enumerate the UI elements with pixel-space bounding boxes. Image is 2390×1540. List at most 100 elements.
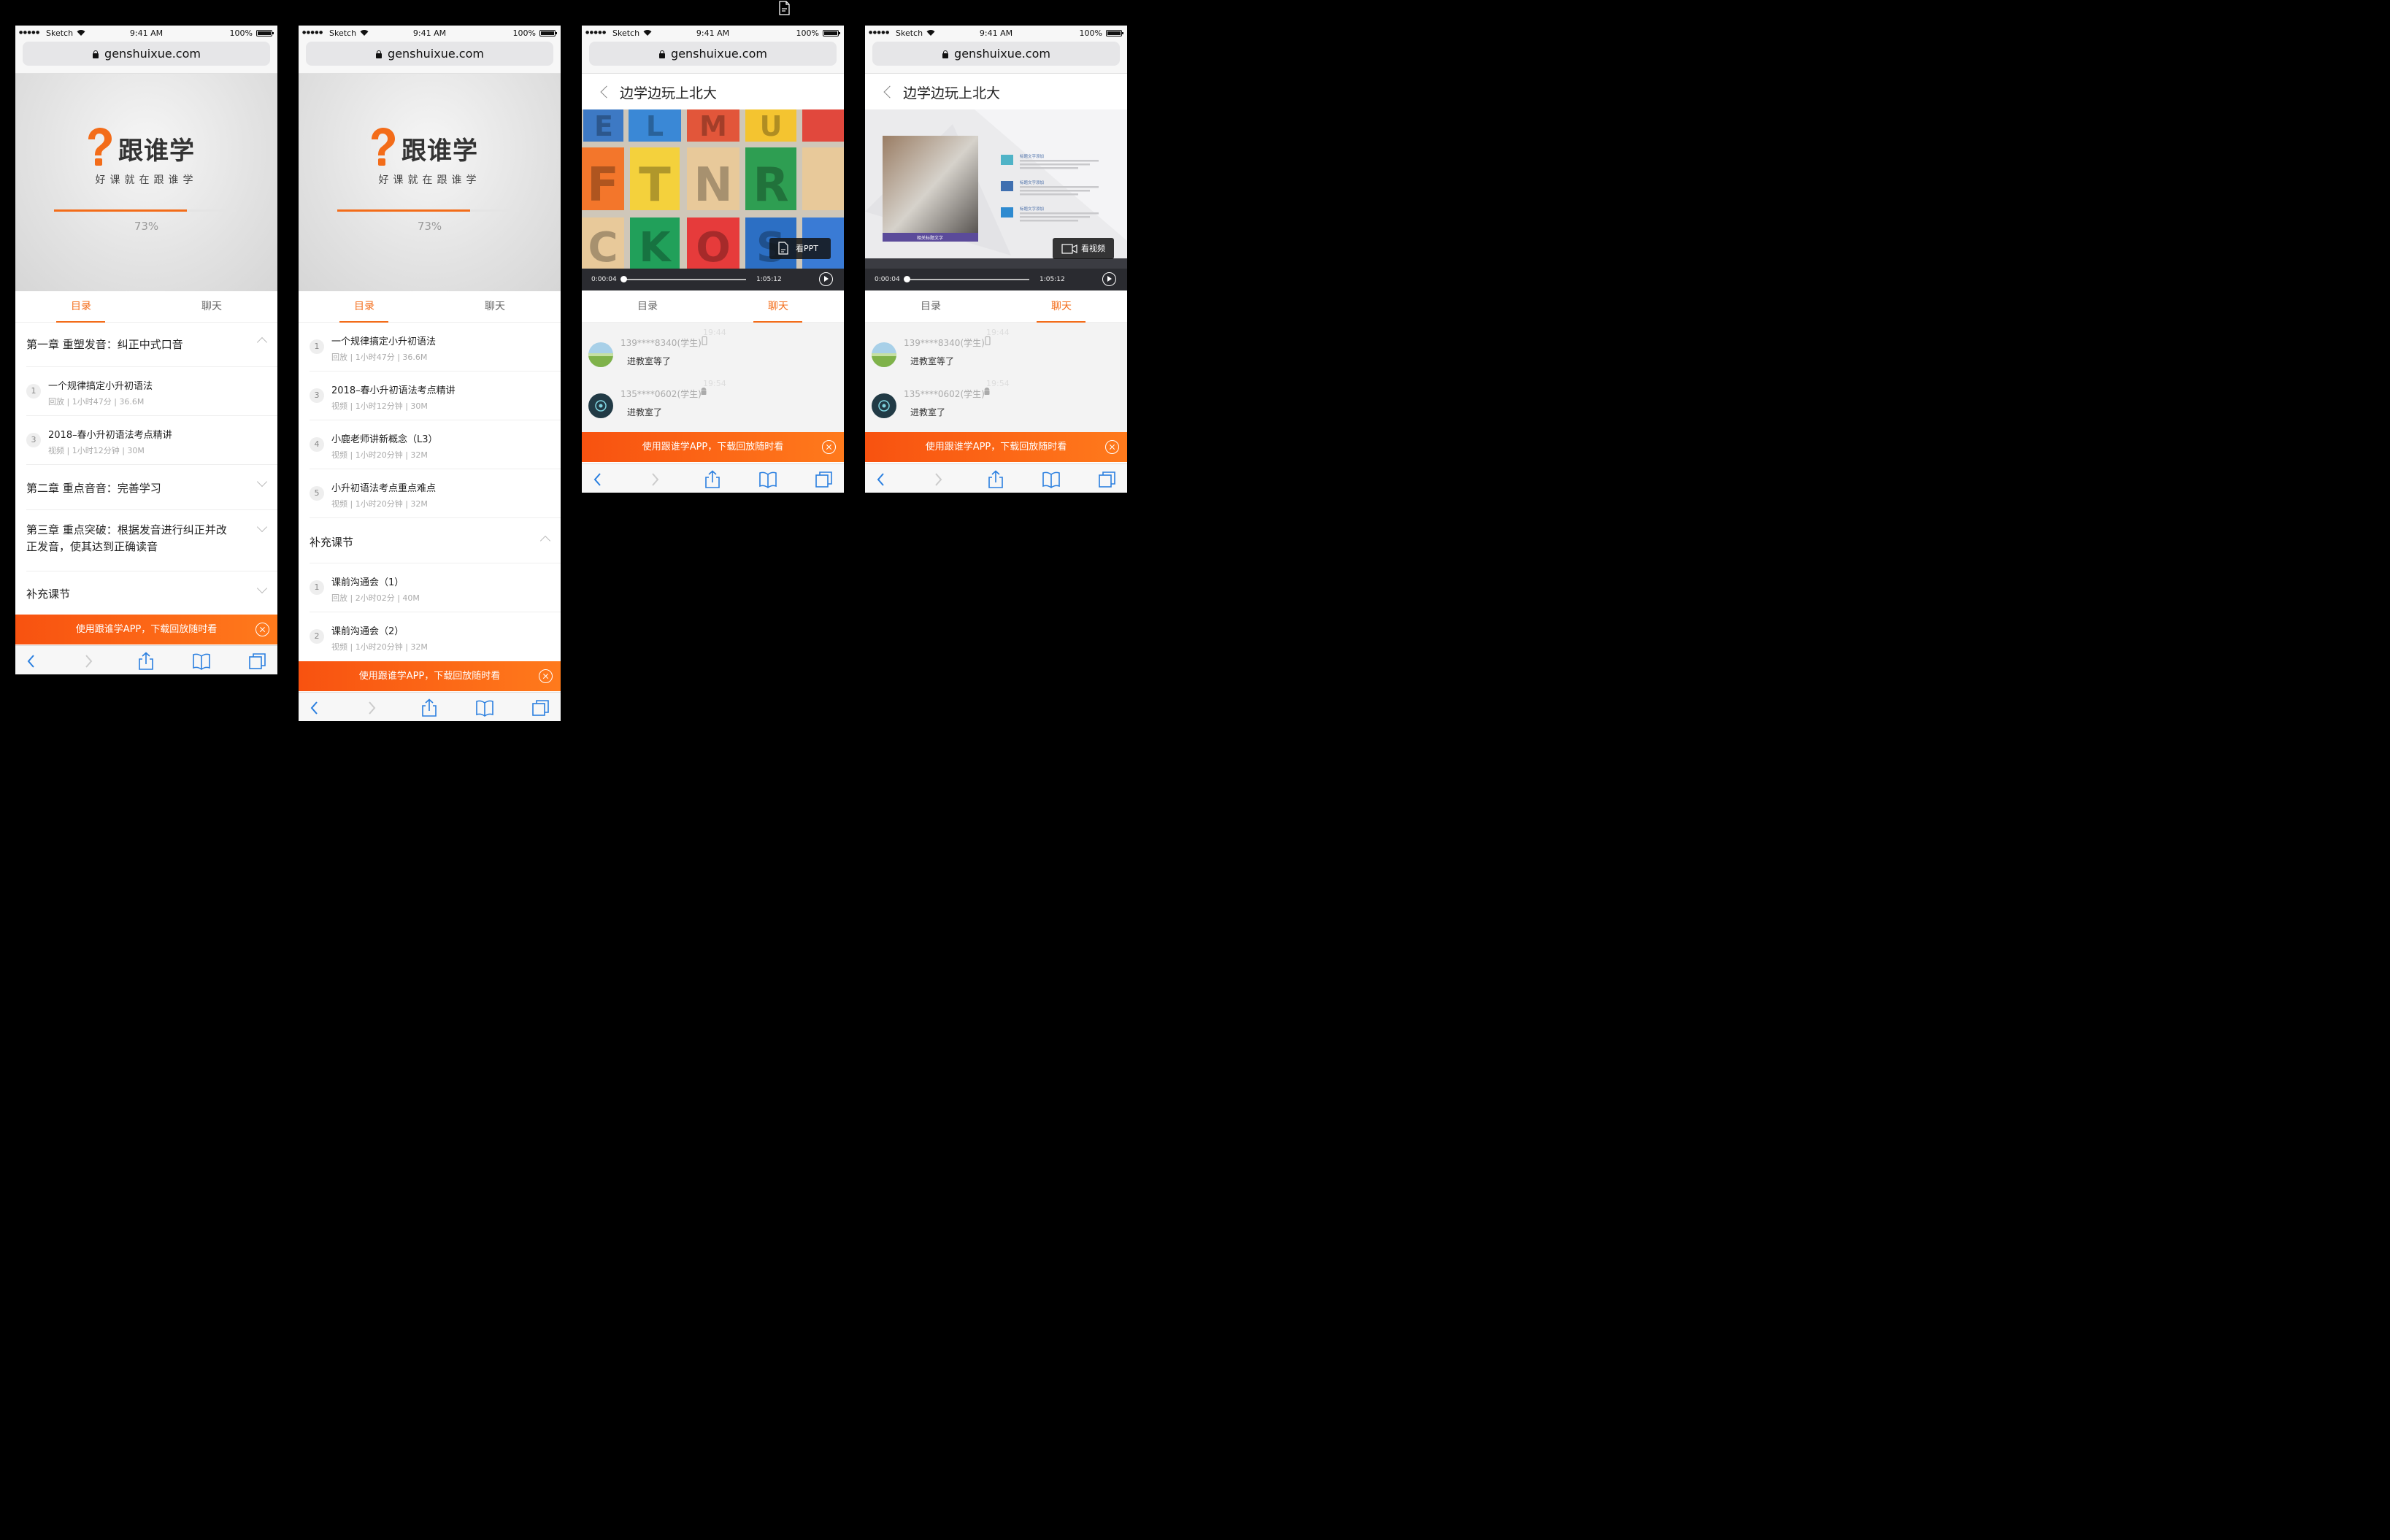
- tabs-icon[interactable]: [1098, 470, 1117, 489]
- back-icon[interactable]: [588, 470, 607, 489]
- brand-logo: 跟谁学: [84, 128, 208, 167]
- question-mark-logo-icon: [88, 128, 112, 166]
- letter-tile: E: [594, 110, 613, 142]
- browser-toolbar: [299, 692, 561, 721]
- close-icon[interactable]: [822, 440, 836, 454]
- close-icon[interactable]: [539, 669, 553, 683]
- app-download-banner[interactable]: 使用跟谁学APP，下载回放随时看: [15, 615, 277, 644]
- chapter-header[interactable]: 第一章 重塑发音：纠正中式口音: [26, 323, 277, 367]
- brand-name: 跟谁学: [401, 136, 478, 166]
- lesson-item[interactable]: 2 课前沟通会（2） 视频 | 1小时20分钟 | 32M: [310, 612, 561, 661]
- phone-screen-catalog-collapsed: ●●●●● Sketch 9:41 AM 100% genshuixue.com…: [15, 26, 277, 674]
- view-video-button[interactable]: 看视频: [1053, 238, 1114, 259]
- lesson-number: 5: [310, 486, 324, 501]
- android-icon: [701, 388, 707, 395]
- tabs-icon[interactable]: [531, 698, 550, 717]
- seek-track[interactable]: [906, 279, 1029, 280]
- lesson-item[interactable]: 4 小鹿老师讲新概念（L3） 视频 | 1小时20分钟 | 32M: [310, 420, 561, 469]
- browser-address-bar: genshuixue.com: [582, 40, 844, 74]
- loading-progress-label: 73%: [134, 220, 159, 233]
- share-icon[interactable]: [420, 698, 439, 717]
- url-field[interactable]: genshuixue.com: [23, 42, 270, 66]
- video-frame-letters-image: E L M U F T N R C K O S: [582, 109, 844, 290]
- view-ppt-button[interactable]: 看PPT: [769, 238, 831, 259]
- lesson-title: 一个规律搞定小升初语法: [48, 381, 153, 392]
- loading-progress-fill: [54, 209, 187, 212]
- tab-catalog[interactable]: 目录: [865, 291, 996, 323]
- message-user: 135****0602(学生): [904, 389, 985, 399]
- slogan: 好课就在跟谁学: [378, 174, 481, 186]
- share-icon[interactable]: [137, 652, 155, 671]
- lesson-meta: 回放 | 1小时47分 | 36.6M: [48, 397, 145, 407]
- avatar: [872, 342, 896, 367]
- tab-chat[interactable]: 聊天: [996, 291, 1127, 323]
- tabs-icon[interactable]: [815, 470, 834, 489]
- forward-icon[interactable]: [645, 470, 664, 489]
- lesson-item[interactable]: 3 2018–春小升初语法考点精讲 视频 | 1小时12分钟 | 30M: [26, 416, 277, 465]
- chapter-header[interactable]: 第二章 重点音音：完善学习: [26, 465, 277, 510]
- close-icon[interactable]: [1105, 440, 1119, 454]
- supplement-header[interactable]: 补充课节: [310, 518, 561, 563]
- back-icon[interactable]: [872, 470, 891, 489]
- tab-catalog[interactable]: 目录: [15, 291, 147, 323]
- forward-icon[interactable]: [79, 652, 98, 671]
- back-chevron-icon[interactable]: [600, 85, 613, 99]
- supplement-header[interactable]: 补充课节: [26, 571, 277, 615]
- share-icon[interactable]: [986, 470, 1005, 489]
- bookmarks-icon[interactable]: [1042, 470, 1061, 489]
- app-download-banner[interactable]: 使用跟谁学APP，下载回放随时看: [865, 432, 1127, 462]
- seek-handle[interactable]: [620, 276, 627, 282]
- tab-chat[interactable]: 聊天: [429, 291, 561, 323]
- forward-icon[interactable]: [929, 470, 948, 489]
- chevron-up-icon: [539, 535, 551, 547]
- lesson-title: 小鹿老师讲新概念（L3）: [331, 434, 438, 445]
- play-icon[interactable]: [1102, 272, 1116, 286]
- tab-catalog[interactable]: 目录: [299, 291, 430, 323]
- tab-bar: 目录 聊天: [299, 291, 561, 323]
- chapter-title: 第二章 重点音音：完善学习: [26, 482, 161, 495]
- app-download-banner[interactable]: 使用跟谁学APP，下载回放随时看: [299, 661, 561, 691]
- letter-tile: M: [699, 110, 727, 142]
- lesson-item[interactable]: 1 一个规律搞定小升初语法 回放 | 1小时47分 | 36.6M: [26, 367, 277, 416]
- supplement-title: 补充课节: [310, 536, 354, 549]
- tabs-icon[interactable]: [248, 652, 267, 671]
- tab-chat[interactable]: 聊天: [712, 291, 844, 323]
- lesson-item[interactable]: 1 课前沟通会（1） 回放 | 2小时02分 | 40M: [310, 563, 561, 612]
- letter-tile: N: [693, 158, 733, 212]
- lesson-meta: 回放 | 2小时02分 | 40M: [331, 593, 420, 603]
- lesson-title: 课前沟通会（2）: [331, 626, 404, 637]
- ppt-player[interactable]: 相关标题文字 标题文字添加 标题文字添加 标题文字添加 看视频 0:00:04 …: [865, 109, 1127, 290]
- duration: 1:05:12: [756, 276, 782, 283]
- lesson-title: 2018–春小升初语法考点精讲: [331, 385, 456, 396]
- lesson-title: 一个规律搞定小升初语法: [331, 336, 437, 347]
- seek-track[interactable]: [623, 279, 746, 280]
- camera-icon: [1061, 244, 1077, 254]
- tab-catalog[interactable]: 目录: [582, 291, 713, 323]
- app-download-banner[interactable]: 使用跟谁学APP，下载回放随时看: [582, 432, 844, 462]
- forward-icon[interactable]: [362, 698, 381, 717]
- url-field[interactable]: genshuixue.com: [306, 42, 553, 66]
- back-icon[interactable]: [305, 698, 324, 717]
- bookmarks-icon[interactable]: [192, 652, 211, 671]
- share-icon[interactable]: [703, 470, 722, 489]
- url-field[interactable]: genshuixue.com: [872, 42, 1120, 66]
- play-icon[interactable]: [819, 272, 833, 286]
- lesson-item[interactable]: 1 一个规律搞定小升初语法 回放 | 1小时47分 | 36.6M: [310, 323, 561, 371]
- course-catalog: 1 一个规律搞定小升初语法 回放 | 1小时47分 | 36.6M 3 2018…: [299, 323, 561, 661]
- bookmarks-icon[interactable]: [758, 470, 777, 489]
- back-chevron-icon[interactable]: [883, 85, 896, 99]
- tab-chat[interactable]: 聊天: [146, 291, 277, 323]
- back-icon[interactable]: [22, 652, 41, 671]
- phone-icon: [985, 336, 991, 345]
- seek-handle[interactable]: [904, 276, 910, 282]
- chevron-down-icon: [256, 582, 268, 594]
- close-icon[interactable]: [255, 623, 269, 636]
- lesson-title: 小升初语法考点重点难点: [331, 483, 437, 494]
- supplement-title: 补充课节: [26, 588, 71, 601]
- video-player[interactable]: E L M U F T N R C K O S 看PPT: [582, 109, 844, 290]
- lesson-item[interactable]: 5 小升初语法考点重点难点 视频 | 1小时20分钟 | 32M: [310, 469, 561, 518]
- chapter-header[interactable]: 第三章 重点突破：根据发音进行纠正并改正发音，使其达到正确读音: [26, 510, 277, 571]
- lesson-item[interactable]: 3 2018–春小升初语法考点精讲 视频 | 1小时12分钟 | 30M: [310, 371, 561, 420]
- url-field[interactable]: genshuixue.com: [589, 42, 837, 66]
- bookmarks-icon[interactable]: [475, 698, 494, 717]
